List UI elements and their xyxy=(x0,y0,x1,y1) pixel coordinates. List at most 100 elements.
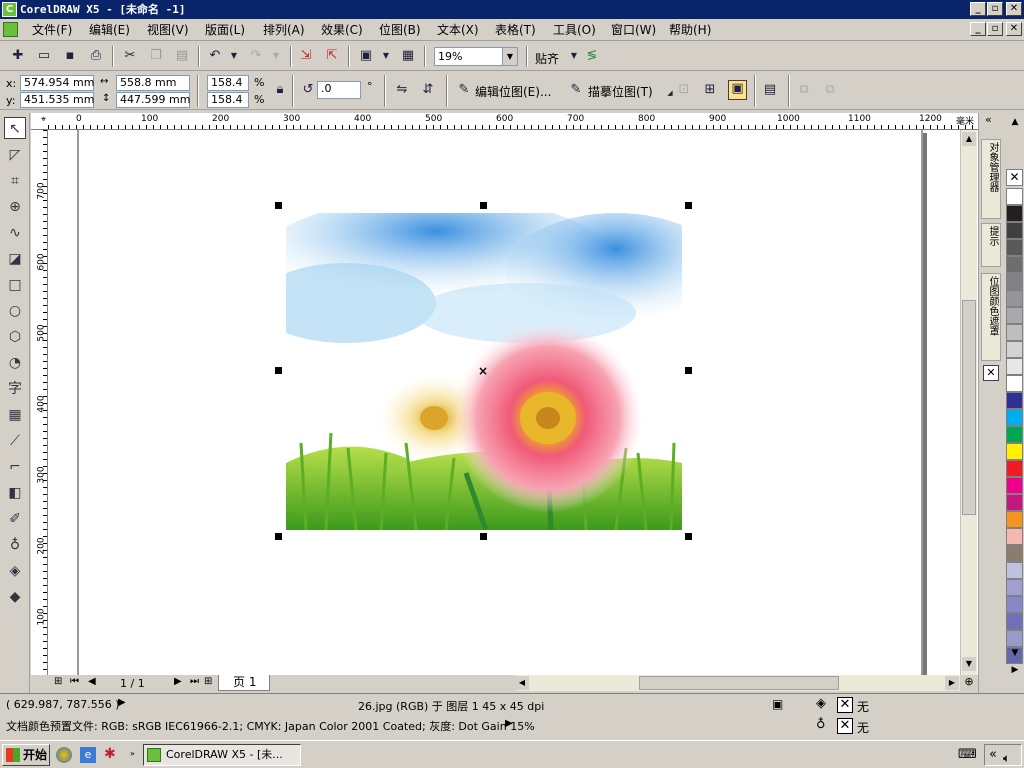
fill-none-swatch-icon[interactable]: ✕ xyxy=(837,697,853,713)
close-button[interactable]: ✕ xyxy=(1006,2,1022,16)
prev-page-icon[interactable]: ◀ xyxy=(88,676,96,687)
selection-handle-middle-right[interactable] xyxy=(685,367,692,374)
palette-flyout-icon[interactable]: ▶ xyxy=(1008,665,1022,679)
palette-color-swatch[interactable] xyxy=(1006,188,1023,205)
redo-dropdown-icon[interactable]: ▼ xyxy=(268,48,284,64)
palette-color-swatch[interactable] xyxy=(1006,511,1023,528)
options-icon[interactable]: ≶ xyxy=(584,48,600,64)
palette-color-swatch[interactable] xyxy=(1006,630,1023,647)
palette-color-swatch[interactable] xyxy=(1006,273,1023,290)
crop-bitmap-icon[interactable]: ⊡ xyxy=(676,82,692,98)
first-page-icon[interactable]: ⏮ xyxy=(70,676,79,687)
basic-shapes-tool-icon[interactable]: ◔ xyxy=(4,352,26,374)
welcome-screen-icon[interactable]: ▦ xyxy=(400,48,416,64)
palette-color-swatch[interactable] xyxy=(1006,290,1023,307)
paste-icon[interactable]: ▤ xyxy=(174,48,190,64)
scroll-down-button[interactable]: ▼ xyxy=(962,657,976,671)
add-page-after-icon[interactable]: ⊞ xyxy=(204,676,212,687)
selection-handle-middle-left[interactable] xyxy=(275,367,282,374)
smart-fill-tool-icon[interactable]: ◪ xyxy=(4,248,26,270)
profile-expand-icon[interactable]: ▶ xyxy=(505,718,513,729)
selection-handle-top-center[interactable] xyxy=(480,202,487,209)
expand-dockers-icon[interactable]: « xyxy=(985,113,992,126)
zoom-dropdown-icon[interactable]: ▼ xyxy=(502,48,517,65)
ie-quicklaunch-icon[interactable]: e xyxy=(80,747,96,763)
undo-icon[interactable]: ↶ xyxy=(207,48,223,64)
pick-tool-icon[interactable]: ↖ xyxy=(4,117,26,139)
selection-handle-top-left[interactable] xyxy=(275,202,282,209)
menu-text[interactable]: 文本(X) xyxy=(437,22,479,38)
snap-to-label[interactable]: 贴齐 xyxy=(535,50,559,67)
navigator-zoom-icon[interactable]: ⊕ xyxy=(961,675,977,691)
rotation-angle-field[interactable]: .0 xyxy=(317,81,361,99)
horizontal-scroll-thumb[interactable] xyxy=(639,676,839,690)
maximize-button[interactable]: ▫ xyxy=(987,2,1003,16)
keyboard-tray-icon[interactable]: ⌨ xyxy=(958,747,977,762)
quicklaunch-more-icon[interactable]: » xyxy=(130,749,135,758)
trace-bitmap-button[interactable]: 描摹位图(T) xyxy=(588,83,653,100)
import-icon[interactable]: ⇲ xyxy=(298,48,314,64)
vertical-ruler[interactable]: 700 600 500 400 300 200 100 xyxy=(31,130,48,675)
cut-icon[interactable]: ✂ xyxy=(122,48,138,64)
height-field[interactable]: 447.599 mm xyxy=(116,92,190,108)
snap-dropdown-icon[interactable]: ▼ xyxy=(566,48,582,64)
palette-color-swatch[interactable] xyxy=(1006,358,1023,375)
polygon-tool-icon[interactable]: ⬡ xyxy=(4,326,26,348)
open-folder-icon[interactable]: ▭ xyxy=(36,48,52,64)
object-manager-tab[interactable]: 对象管理器 xyxy=(981,139,1001,219)
shape-tool-icon[interactable]: ◸ xyxy=(4,144,26,166)
to-front-icon[interactable]: ⧉ xyxy=(796,82,812,98)
wrap-text-icon[interactable]: ▤ xyxy=(762,82,778,98)
bitmap-color-mask-icon[interactable]: ▣ xyxy=(728,80,747,100)
doc-minimize-button[interactable]: _ xyxy=(970,22,986,36)
fill-tool-icon[interactable]: ◈ xyxy=(4,560,26,582)
document-icon[interactable] xyxy=(3,22,18,37)
menu-table[interactable]: 表格(T) xyxy=(495,22,536,38)
palette-scroll-down-icon[interactable]: ▼ xyxy=(1008,648,1022,662)
menu-tools[interactable]: 工具(O) xyxy=(553,22,596,38)
coreldraw-task-button[interactable]: CorelDRAW X5 - [未... xyxy=(143,744,301,766)
coreldraw-app-icon[interactable]: C xyxy=(2,2,17,17)
minimize-button[interactable]: _ xyxy=(970,2,986,16)
scale-y-field[interactable]: 158.4 xyxy=(207,92,249,108)
next-page-icon[interactable]: ▶ xyxy=(174,676,182,687)
palette-color-swatch[interactable] xyxy=(1006,341,1023,358)
connector-tool-icon[interactable]: ⌐ xyxy=(4,456,26,478)
palette-color-swatch[interactable] xyxy=(1006,562,1023,579)
blend-tool-icon[interactable]: ◧ xyxy=(4,482,26,504)
palette-color-swatch[interactable] xyxy=(1006,460,1023,477)
menu-layout[interactable]: 版面(L) xyxy=(205,22,245,38)
dimension-tool-icon[interactable]: ⟋ xyxy=(4,430,26,452)
horizontal-scrollbar[interactable]: ◀ ▶ xyxy=(515,675,960,691)
mirror-horizontal-icon[interactable]: ⇋ xyxy=(394,82,410,98)
hints-tab[interactable]: 提示 xyxy=(981,223,1001,267)
center-of-rotation-marker[interactable]: × xyxy=(478,364,488,378)
close-docker-icon[interactable]: ✕ xyxy=(983,365,999,381)
app-quicklaunch-icon[interactable]: ✱ xyxy=(104,746,116,762)
mirror-vertical-icon[interactable]: ⇵ xyxy=(420,82,436,98)
color-proof-icon[interactable]: ▣ xyxy=(772,697,783,711)
vertical-scrollbar[interactable]: ▲ ▼ xyxy=(960,130,977,675)
redo-icon[interactable]: ↷ xyxy=(248,48,264,64)
interactive-fill-tool-icon[interactable]: ◆ xyxy=(4,586,26,608)
palette-color-swatch[interactable] xyxy=(1006,205,1023,222)
palette-color-swatch[interactable] xyxy=(1006,545,1023,562)
rectangle-tool-icon[interactable]: □ xyxy=(4,274,26,296)
new-document-icon[interactable]: ✚ xyxy=(10,48,26,64)
page-tab-1[interactable]: 页 1 xyxy=(218,675,270,691)
palette-color-swatch[interactable] xyxy=(1006,222,1023,239)
selection-handle-bottom-center[interactable] xyxy=(480,533,487,540)
last-page-icon[interactable]: ⏭ xyxy=(190,676,199,687)
selection-handle-top-right[interactable] xyxy=(685,202,692,209)
palette-color-swatch[interactable] xyxy=(1006,324,1023,341)
scale-x-field[interactable]: 158.4 xyxy=(207,75,249,91)
to-back-icon[interactable]: ⧉ xyxy=(822,82,838,98)
ellipse-tool-icon[interactable]: ○ xyxy=(4,300,26,322)
undo-dropdown-icon[interactable]: ▼ xyxy=(226,48,242,64)
zoom-level-combo[interactable]: 19% ▼ xyxy=(434,47,518,66)
bitmap-color-mask-tab[interactable]: 位图颜色遮罩 xyxy=(981,273,1001,361)
scroll-left-button[interactable]: ◀ xyxy=(515,676,529,690)
text-tool-icon[interactable]: 字 xyxy=(4,378,26,400)
doc-close-button[interactable]: ✕ xyxy=(1006,22,1022,36)
menu-effects[interactable]: 效果(C) xyxy=(321,22,363,38)
